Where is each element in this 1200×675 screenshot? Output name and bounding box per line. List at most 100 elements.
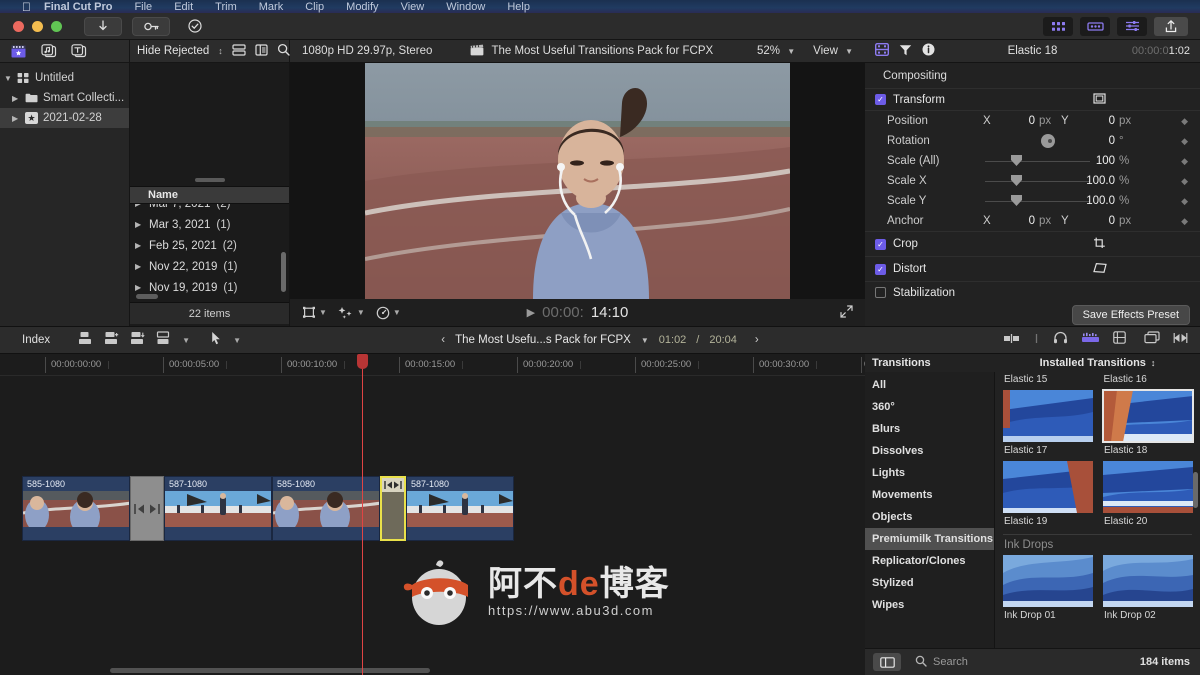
viewer-timecode[interactable]: ▶ 00:00: 14:10 [527, 304, 629, 321]
list-item[interactable]: ▶ Mar 7, 2021 (2) [130, 204, 289, 214]
keyframe-button[interactable]: ◆ [1181, 156, 1188, 167]
viewer-zoom-dropdown[interactable]: 52% ▼ [757, 45, 795, 57]
timeline-clip[interactable]: 585-1080 [22, 476, 130, 541]
viewer-view-dropdown[interactable]: View ▼ [813, 45, 853, 57]
chevron-down-icon[interactable]: ▼ [182, 336, 190, 345]
vertical-scrollbar[interactable] [281, 252, 286, 292]
disclosure-triangle-icon[interactable]: ▶ [135, 241, 143, 250]
transition-item-elastic-20[interactable]: Elastic 20 [1103, 461, 1193, 532]
filmstrip-view-icon[interactable] [232, 43, 246, 59]
transition-item-elastic-17[interactable]: Elastic 17 [1003, 390, 1093, 461]
chevron-left-icon[interactable]: ‹ [441, 334, 445, 346]
stabilization-checkbox[interactable] [875, 287, 886, 298]
category-replicator-clones[interactable]: Replicator/Clones [865, 550, 994, 572]
transition-thumbnail[interactable] [1103, 555, 1193, 607]
list-item[interactable]: ▶ Nov 22, 2019 (1) [130, 256, 289, 277]
horizontal-scrollbar[interactable] [136, 294, 158, 299]
chevron-down-icon[interactable]: ▼ [393, 308, 401, 317]
apple-menu-icon[interactable]:  [22, 0, 31, 13]
disclosure-triangle-icon[interactable]: ▼ [4, 74, 12, 83]
audio-skimming-icon[interactable] [1033, 331, 1040, 349]
category-movements[interactable]: Movements [865, 484, 994, 506]
inspector-row-scale-y[interactable]: Scale Y 100.0 % ◆ [865, 191, 1200, 211]
keyframe-button[interactable]: ◆ [1181, 176, 1188, 187]
menu-item-file[interactable]: File [134, 1, 152, 13]
import-media-button[interactable] [84, 16, 122, 36]
transition-item-elastic-18[interactable]: Elastic 18 [1102, 389, 1194, 461]
keyframe-button[interactable]: ◆ [1181, 116, 1188, 127]
viewer-stage[interactable] [290, 63, 865, 299]
timeline-lane[interactable]: 585-1080 587-1080 585-1080 587-1080 [0, 376, 865, 675]
viewer-project-group[interactable]: The Most Useful Transitions Pack for FCP… [470, 44, 713, 59]
timeline-index-button[interactable]: Index [0, 334, 50, 346]
rotation-dial[interactable] [1041, 134, 1055, 148]
disclosure-triangle-icon[interactable]: ▶ [135, 283, 143, 292]
inspector-section-crop[interactable]: ✓ Crop [865, 232, 1200, 257]
enhancements-button[interactable]: ▼ [338, 306, 365, 320]
category-dissolves[interactable]: Dissolves [865, 440, 994, 462]
chevron-down-icon[interactable]: ▼ [319, 308, 327, 317]
list-item[interactable]: ▶ Mar 3, 2021 (1) [130, 214, 289, 235]
timeline-project-name[interactable]: The Most Usefu...s Pack for FCPX [455, 334, 631, 346]
category-premiumilk-transitions[interactable]: Premiumilk Transitions [865, 528, 994, 550]
keyframe-button[interactable]: ◆ [1181, 196, 1188, 207]
list-item[interactable]: ▶ Feb 25, 2021 (2) [130, 235, 289, 256]
installed-transitions-dropdown[interactable]: Installed Transitions ↕ [995, 357, 1200, 369]
category-360[interactable]: 360° [865, 396, 994, 418]
timeline-ruler[interactable]: 00:00:00:00 00:00:05:00 00:00:10:00 00:0… [0, 354, 875, 376]
menu-item-final-cut-pro[interactable]: Final Cut Pro [44, 1, 112, 13]
disclosure-triangle-icon[interactable]: ▶ [135, 262, 143, 271]
transition-item-ink-drop-02[interactable]: Ink Drop 02 [1103, 555, 1193, 626]
connect-edit-icon[interactable] [130, 331, 145, 350]
transition-thumbnail[interactable] [1003, 390, 1093, 442]
scale-all-slider[interactable] [985, 161, 1090, 162]
list-view-icon[interactable] [255, 43, 268, 59]
category-all[interactable]: All [865, 374, 994, 396]
transform-onscreen-icon[interactable] [1093, 92, 1106, 107]
photos-audio-icon[interactable] [40, 44, 57, 59]
chevron-down-icon[interactable]: ▼ [641, 336, 649, 345]
transition-thumbnail-selected[interactable] [1102, 389, 1194, 443]
anchor-x-value[interactable]: 0 [1007, 215, 1035, 227]
minimize-button[interactable] [32, 20, 43, 32]
scale-all-knob[interactable] [1011, 155, 1022, 166]
transitions-browser-icon[interactable] [1080, 16, 1110, 36]
transition-item-ink-drop-01[interactable]: Ink Drop 01 [1003, 555, 1093, 626]
timeline-transition[interactable] [130, 476, 164, 541]
category-stylized[interactable]: Stylized [865, 572, 994, 594]
timeline-clip[interactable]: 585-1080 [272, 476, 380, 541]
disclosure-triangle-icon[interactable]: ▶ [12, 94, 20, 103]
background-tasks-button[interactable] [180, 17, 210, 36]
browser-column-header[interactable]: Name [130, 186, 289, 204]
keyframe-button[interactable]: ◆ [1181, 136, 1188, 147]
keyword-editor-button[interactable] [132, 16, 170, 36]
skimmer-icon[interactable] [1003, 331, 1020, 349]
distort-onscreen-icon[interactable] [1093, 262, 1107, 276]
inspector-section-compositing[interactable]: Compositing [865, 63, 1200, 89]
keyframe-button[interactable]: ◆ [1181, 216, 1188, 227]
transition-thumbnail[interactable] [1103, 461, 1193, 513]
arrow-select-icon[interactable] [211, 331, 222, 350]
video-inspector-icon[interactable] [874, 42, 890, 59]
append-edit-icon[interactable] [78, 331, 93, 350]
scale-y-knob[interactable] [1011, 195, 1022, 206]
inspector-row-anchor[interactable]: Anchor X 0 px Y 0 px ◆ [865, 211, 1200, 231]
close-button[interactable] [13, 20, 24, 32]
menu-item-clip[interactable]: Clip [305, 1, 324, 13]
overwrite-edit-icon[interactable] [156, 330, 171, 350]
retime-button[interactable]: ▼ [376, 306, 401, 320]
browser-thumbnail-area[interactable] [130, 63, 289, 186]
category-blurs[interactable]: Blurs [865, 418, 994, 440]
transitions-search-field[interactable]: Search [915, 655, 968, 670]
category-objects[interactable]: Objects [865, 506, 994, 528]
clip-appearance-icon[interactable] [1144, 331, 1160, 349]
timeline-history-icon[interactable] [1173, 331, 1188, 349]
solo-icon[interactable] [1053, 331, 1068, 349]
rotation-value[interactable]: 0 [1087, 135, 1115, 147]
hide-rejected-label[interactable]: Hide Rejected [137, 45, 209, 57]
transition-thumbnail[interactable] [1003, 555, 1093, 607]
menu-item-window[interactable]: Window [446, 1, 485, 13]
crop-checkbox[interactable]: ✓ [875, 238, 886, 250]
inspector-row-scale-x[interactable]: Scale X 100.0 % ◆ [865, 171, 1200, 191]
zoom-button[interactable] [51, 20, 62, 32]
